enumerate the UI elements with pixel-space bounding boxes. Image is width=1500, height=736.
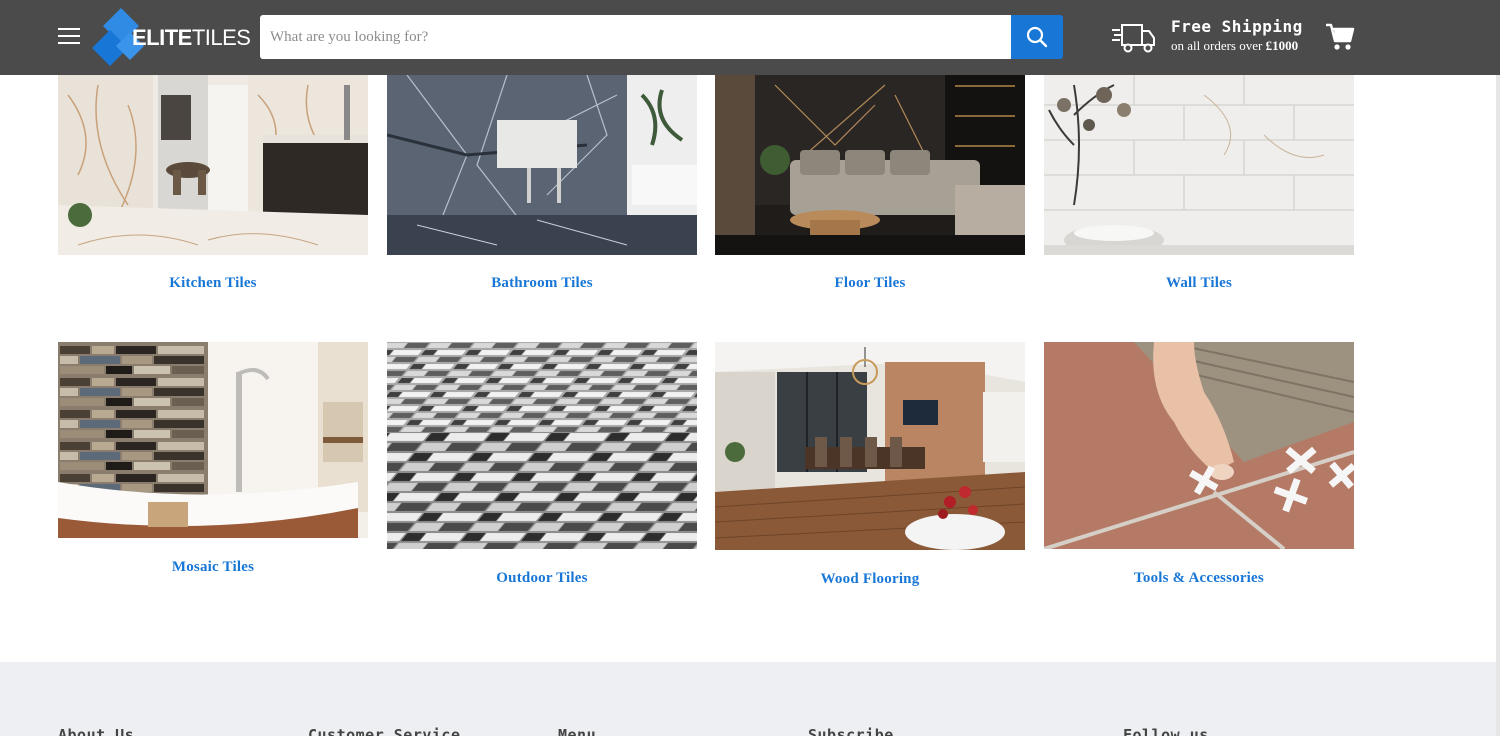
category-card-bathroom[interactable]: Bathroom Tiles [387,75,697,295]
category-card-outdoor[interactable]: Outdoor Tiles [387,342,697,592]
shipping-subtitle: on all orders over £1000 [1171,38,1299,53]
category-card-mosaic[interactable]: Mosaic Tiles [58,342,368,582]
footer-heading-follow: Follow us [1123,726,1209,736]
cart-icon[interactable] [1325,22,1355,52]
search-icon [1026,26,1048,48]
footer-heading-subscribe: Subscribe [808,726,894,736]
category-card-tools[interactable]: Tools & Accessories [1044,342,1354,592]
category-label[interactable]: Kitchen Tiles [58,275,368,292]
site-footer: About Us Customer Service Menu Subscribe… [0,662,1496,736]
category-label[interactable]: Bathroom Tiles [387,275,697,292]
site-header: ELITETILES Free Shipping on all orders o… [0,0,1500,75]
footer-heading-about: About Us [58,726,135,736]
search-button[interactable] [1011,15,1063,59]
floor-tiles-image [715,75,1025,255]
kitchen-tiles-image [58,75,368,255]
category-label[interactable]: Outdoor Tiles [387,570,697,587]
category-card-kitchen[interactable]: Kitchen Tiles [58,75,368,295]
bathroom-tiles-image [387,75,697,255]
search-bar [260,15,1063,59]
mosaic-tiles-image [58,342,368,538]
footer-heading-customer-service: Customer Service [308,726,461,736]
tools-accessories-image [1044,342,1354,549]
logo-text: ELITETILES [132,25,251,50]
search-input[interactable] [260,15,1011,59]
category-label[interactable]: Floor Tiles [715,275,1025,292]
category-label[interactable]: Wall Tiles [1044,275,1354,292]
site-logo[interactable]: ELITETILES [92,8,251,66]
category-card-wall[interactable]: Wall Tiles [1044,75,1354,295]
category-label[interactable]: Tools & Accessories [1044,570,1354,587]
wood-flooring-image [715,342,1025,550]
footer-heading-menu: Menu [558,726,597,736]
category-label[interactable]: Mosaic Tiles [58,559,368,576]
category-card-floor[interactable]: Floor Tiles [715,75,1025,295]
outdoor-tiles-image [387,342,697,549]
menu-icon[interactable] [58,28,80,46]
truck-icon [1112,24,1155,53]
category-card-wood[interactable]: Wood Flooring [715,342,1025,594]
page-scrollbar[interactable] [1496,0,1500,736]
wall-tiles-image [1044,75,1354,255]
category-label[interactable]: Wood Flooring [715,571,1025,588]
shipping-title: Free Shipping [1171,17,1303,36]
